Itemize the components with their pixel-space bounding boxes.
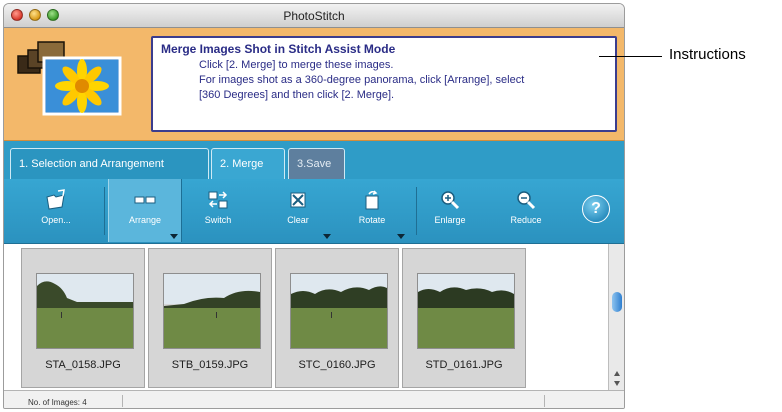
clear-icon <box>286 189 310 211</box>
zoom-in-icon <box>438 189 462 211</box>
image-thumbnails-area: STA_0158.JPG STB_0159.JPG STC_0160.JPG S… <box>4 244 608 390</box>
help-button[interactable]: ? <box>582 195 610 223</box>
reduce-button[interactable]: Reduce <box>498 179 554 242</box>
instructions-callout-label: Instructions <box>669 46 746 63</box>
vertical-scrollbar[interactable] <box>608 244 624 390</box>
title-bar[interactable]: PhotoStitch <box>4 4 624 28</box>
rotate-dropdown-arrow-icon[interactable] <box>397 234 405 239</box>
clear-dropdown-arrow-icon[interactable] <box>323 234 331 239</box>
arrange-button-label: Arrange <box>128 215 162 225</box>
enlarge-button[interactable]: Enlarge <box>422 179 478 242</box>
image-filename: STD_0161.JPG <box>425 359 503 371</box>
toolbar: Open... Arrange Switch Clear Rotate Enla… <box>4 179 624 244</box>
panorama-photo-image <box>290 273 388 349</box>
clear-button-label: Clear <box>287 215 309 225</box>
image-count: No. of Images: 4 <box>28 398 87 407</box>
window-title: PhotoStitch <box>283 9 345 23</box>
open-button-label: Open... <box>41 215 71 225</box>
instructions-panel: Merge Images Shot in Stitch Assist Mode … <box>151 36 617 132</box>
open-folder-icon <box>44 189 68 211</box>
tab-selection-and-arrangement[interactable]: 1. Selection and Arrangement <box>10 148 209 179</box>
open-button[interactable]: Open... <box>28 179 84 242</box>
instructions-line: Click [2. Merge] to merge these images. <box>199 59 394 71</box>
tab-save[interactable]: 3.Save <box>288 148 345 179</box>
callout-leader-line <box>599 56 662 57</box>
image-thumbnail[interactable]: STB_0159.JPG <box>148 248 272 388</box>
status-divider <box>122 395 123 407</box>
photostitch-logo-icon <box>16 36 126 118</box>
switch-button-label: Switch <box>204 215 232 225</box>
tab-merge[interactable]: 2. Merge <box>211 148 285 179</box>
panorama-photo-image <box>36 273 134 349</box>
switch-icon <box>206 189 230 211</box>
header-panel: Merge Images Shot in Stitch Assist Mode … <box>4 28 624 141</box>
image-thumbnail[interactable]: STC_0160.JPG <box>275 248 399 388</box>
tab-bar: 1. Selection and Arrangement 2. Merge 3.… <box>4 141 624 179</box>
panorama-photo-image <box>417 273 515 349</box>
arrange-icon <box>133 189 157 211</box>
scrollbar-thumb[interactable] <box>612 292 622 312</box>
scroll-down-arrow-icon[interactable] <box>614 381 620 386</box>
zoom-out-icon <box>514 189 538 211</box>
toolbar-divider <box>104 187 105 235</box>
status-divider <box>544 395 545 407</box>
clear-button[interactable]: Clear <box>262 179 334 242</box>
rotate-icon <box>360 189 384 211</box>
instructions-line: For images shot as a 360-degree panorama… <box>199 74 525 86</box>
instructions-title: Merge Images Shot in Stitch Assist Mode <box>161 42 396 56</box>
enlarge-button-label: Enlarge <box>434 215 466 225</box>
reduce-button-label: Reduce <box>510 215 542 225</box>
image-thumbnail[interactable]: STD_0161.JPG <box>402 248 526 388</box>
rotate-button-label: Rotate <box>358 215 386 225</box>
image-thumbnail[interactable]: STA_0158.JPG <box>21 248 145 388</box>
switch-button[interactable]: Switch <box>190 179 246 242</box>
image-filename: STB_0159.JPG <box>171 359 249 371</box>
instructions-line: [360 Degrees] and then click [2. Merge]. <box>199 89 395 101</box>
image-filename: STA_0158.JPG <box>45 359 121 371</box>
toolbar-divider <box>416 187 417 235</box>
panorama-photo-image <box>163 273 261 349</box>
image-filename: STC_0160.JPG <box>298 359 376 371</box>
rotate-button[interactable]: Rotate <box>336 179 408 242</box>
photostitch-window: PhotoStitch Merge Images Shot in Stitch … <box>3 3 625 409</box>
arrange-button[interactable]: Arrange <box>108 179 182 242</box>
scroll-up-arrow-icon[interactable] <box>614 371 620 376</box>
arrange-dropdown-arrow-icon[interactable] <box>170 234 178 239</box>
status-bar: No. of Images: 4 <box>4 390 624 408</box>
